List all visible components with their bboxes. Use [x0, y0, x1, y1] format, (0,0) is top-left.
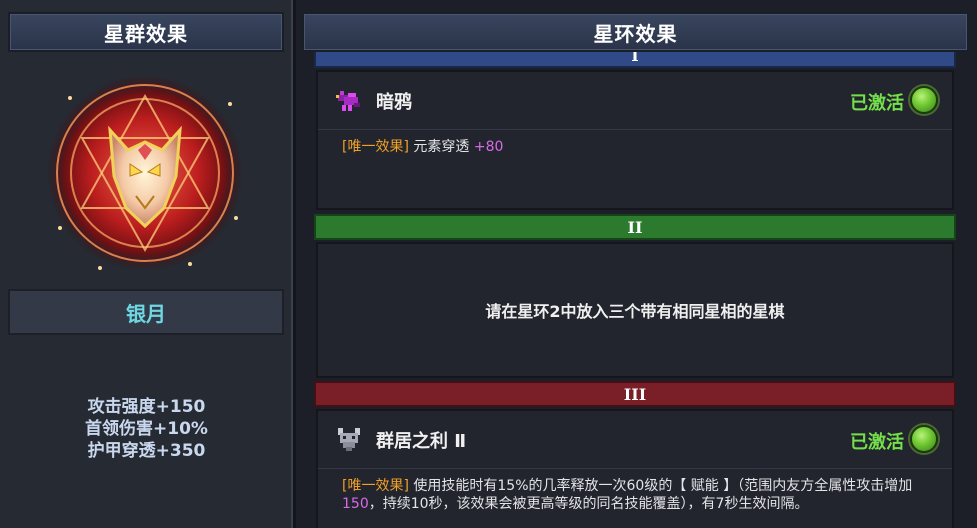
effect-value: +80 [473, 139, 504, 155]
stat-line: 攻击强度+150 [87, 397, 206, 417]
raven-icon [334, 85, 364, 115]
tier-numeral: III [623, 384, 647, 404]
wolf-icon [334, 424, 364, 454]
tier-requirement: 请在星环2中放入三个带有相同星相的星棋 [485, 302, 785, 321]
constellation-header-label: 星群效果 [104, 21, 188, 46]
silver-moon-emblem-icon [40, 68, 250, 278]
unique-effect-tag: [唯一效果] [342, 478, 409, 494]
tier-card-2: 请在星环2中放入三个带有相同星相的星棋 [316, 242, 954, 378]
active-indicator-icon [910, 86, 938, 114]
constellation-stats: 攻击强度+150 首领伤害+10% 护甲穿透+350 [0, 396, 293, 462]
effect-title: 暗鸦 [376, 92, 412, 113]
stat-line: 首领伤害+10% [85, 419, 208, 439]
tier-numeral: I [631, 52, 639, 65]
active-status: 已激活 [850, 93, 904, 114]
constellation-name-bar: 银月 [8, 289, 284, 335]
effect-text: 使用技能时有15%的几率释放一次60级的【 赋能 】（范围内友方全属性攻击增加 [413, 478, 913, 494]
unique-effect-tag: [唯一效果] [342, 139, 409, 155]
stat-line: 护甲穿透+350 [87, 441, 206, 461]
effect-text: 元素穿透 [413, 139, 470, 155]
card-header: 群居之利 Ⅱ 已激活 [318, 411, 952, 469]
tier-bar-2: II [314, 214, 956, 240]
effect-title: 群居之利 Ⅱ [376, 431, 467, 452]
tier-bar-1: I [314, 52, 956, 68]
constellation-name: 银月 [126, 301, 166, 326]
effect-value: 150 [342, 496, 369, 512]
tier-card-3: 群居之利 Ⅱ 已激活 [唯一效果] 使用技能时有15%的几率释放一次60级的【 … [316, 409, 954, 528]
constellation-header: 星群效果 [8, 12, 284, 52]
card-header: 暗鸦 已激活 [318, 72, 952, 130]
constellation-panel: 星群效果 银月 攻击强度+150 首领伤害+10% 护甲穿透+350 [0, 0, 293, 528]
tier-card-1: 暗鸦 已激活 [唯一效果] 元素穿透 +80 [316, 70, 954, 210]
tier-bar-3: III [314, 381, 956, 407]
tier-numeral: II [627, 217, 643, 237]
star-ring-panel: 星环效果 I 暗鸦 已激活 [唯一效果] 元素穿透 +80 II 请在星环2中放… [296, 0, 977, 528]
effect-description: [唯一效果] 使用技能时有15%的几率释放一次60级的【 赋能 】（范围内友方全… [342, 477, 936, 513]
effect-text: ，持续10秒，该效果会被更高等级的同名技能覆盖），有7秒生效间隔。 [368, 496, 809, 512]
active-indicator-icon [910, 425, 938, 453]
star-ring-list[interactable]: I 暗鸦 已激活 [唯一效果] 元素穿透 +80 II 请在星环2中放入三个带有… [310, 52, 956, 528]
active-status: 已激活 [850, 432, 904, 453]
star-ring-header: 星环效果 [302, 12, 969, 52]
star-ring-header-label: 星环效果 [593, 21, 678, 46]
effect-description: [唯一效果] 元素穿透 +80 [342, 138, 936, 156]
